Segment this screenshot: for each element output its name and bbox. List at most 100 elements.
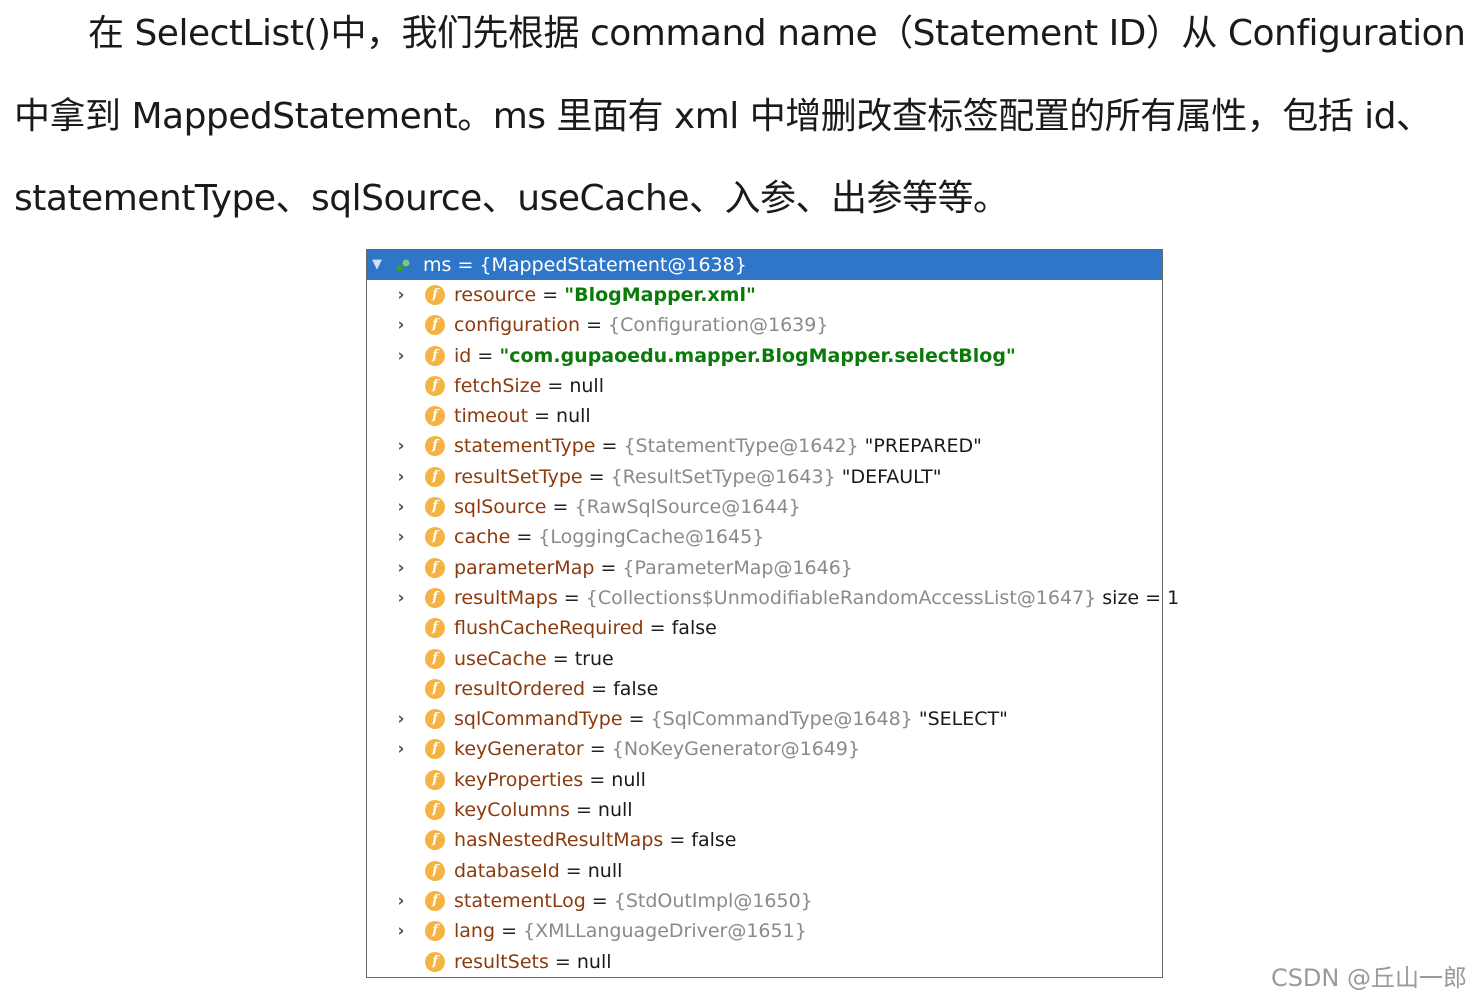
field-row-databaseId[interactable]: f databaseId = null [367, 856, 1162, 886]
field-row-parameterMap[interactable]: › f parameterMap = {ParameterMap@1646} [367, 553, 1162, 583]
field-value: false [691, 829, 737, 852]
field-ref: {XMLLanguageDriver@1651} [523, 920, 807, 943]
field-text: fetchSize = null [454, 371, 604, 401]
field-list: › f resource = "BlogMapper.xml" › f configura… [367, 280, 1179, 977]
equals-sign: = [585, 677, 614, 700]
field-value: null [587, 859, 623, 882]
field-row-statementLog[interactable]: › f statementLog = {StdOutImpl@1650} [367, 886, 1162, 916]
field-icon: f [425, 345, 445, 366]
field-row-resource[interactable]: › f resource = "BlogMapper.xml" [367, 280, 1162, 310]
chevron-right-icon[interactable]: › [394, 886, 408, 916]
field-row-resultSets[interactable]: f resultSets = null [367, 947, 1162, 977]
field-text: sqlCommandType = {SqlCommandType@1648} "… [454, 704, 1008, 734]
field-name: databaseId [454, 859, 560, 882]
field-row-flushCacheRequired[interactable]: f flushCacheRequired = false [367, 613, 1162, 643]
field-ref: {LoggingCache@1645} [538, 526, 765, 549]
field-text: keyColumns = null [454, 795, 633, 825]
field-row-resultOrdered[interactable]: f resultOrdered = false [367, 674, 1162, 704]
field-row-resultMaps[interactable]: › f resultMaps = {Collections$Unmodifiable… [367, 583, 1179, 613]
field-value: "BlogMapper.xml" [564, 284, 756, 306]
field-ref: {SqlCommandType@1648} [650, 708, 913, 731]
field-row-resultSetType[interactable]: › f resultSetType = {ResultSetType@1643} "… [367, 462, 1162, 492]
field-value: size = 1 [1102, 586, 1180, 609]
equals-sign: = [580, 314, 609, 337]
field-icon: f [425, 587, 445, 608]
field-ref: {StdOutImpl@1650} [613, 889, 813, 912]
field-row-keyProperties[interactable]: f keyProperties = null [367, 765, 1162, 795]
field-value: null [597, 799, 633, 822]
field-icon: f [425, 830, 445, 851]
chevron-right-icon[interactable]: › [394, 310, 408, 340]
field-text: resource = "BlogMapper.xml" [454, 280, 756, 310]
field-text: databaseId = null [454, 856, 622, 886]
field-name: timeout [454, 405, 529, 428]
chevron-right-icon[interactable]: › [394, 734, 408, 764]
field-icon: f [425, 860, 445, 881]
equals-sign: = [510, 526, 539, 549]
field-name: keyColumns [454, 799, 570, 822]
field-row-fetchSize[interactable]: f fetchSize = null [367, 371, 1162, 401]
chevron-right-icon[interactable]: › [394, 341, 408, 371]
chevron-right-icon[interactable]: › [394, 280, 408, 310]
root-variable-label: ms = {MappedStatement@1638} [423, 254, 747, 276]
field-name: sqlCommandType [454, 708, 623, 731]
collapse-arrow-icon[interactable]: ▼ [369, 250, 385, 280]
field-row-id[interactable]: › f id = "com.gupaoedu.mapper.BlogMapper.s… [367, 341, 1162, 371]
chevron-right-icon[interactable]: › [394, 704, 408, 734]
equals-sign: = [546, 647, 575, 670]
field-value: null [556, 405, 591, 428]
field-name: cache [454, 526, 511, 549]
equals-sign: = [643, 617, 672, 640]
field-row-useCache[interactable]: f useCache = true [367, 644, 1162, 674]
field-name: lang [454, 920, 496, 943]
field-value: "PREPARED" [864, 435, 982, 458]
chevron-right-icon[interactable]: › [394, 553, 408, 583]
field-text: timeout = null [454, 401, 591, 431]
field-ref: {StatementType@1642} [623, 435, 859, 458]
field-name: configuration [454, 314, 581, 337]
field-icon: f [425, 285, 445, 305]
field-text: keyProperties = null [454, 765, 646, 795]
field-row-sqlCommandType[interactable]: › f sqlCommandType = {SqlCommandType@1648}… [367, 704, 1162, 734]
field-icon: f [425, 466, 445, 487]
field-name: id [454, 344, 472, 367]
field-icon: f [425, 678, 445, 699]
field-name: resultOrdered [454, 677, 586, 700]
field-ref: {ResultSetType@1643} [610, 465, 836, 488]
field-icon: f [425, 769, 445, 790]
field-icon: f [425, 921, 445, 942]
paragraph-line-1: 在 SelectList()中，我们先根据 command name（State… [88, 13, 1466, 54]
field-row-lang[interactable]: › f lang = {XMLLanguageDriver@1651} [367, 916, 1162, 946]
field-icon: f [425, 375, 445, 396]
field-row-sqlSource[interactable]: › f sqlSource = {RawSqlSource@1644} [367, 492, 1162, 522]
field-row-cache[interactable]: › f cache = {LoggingCache@1645} [367, 522, 1162, 552]
field-name: parameterMap [454, 556, 595, 579]
field-row-keyGenerator[interactable]: › f keyGenerator = {NoKeyGenerator@1649} [367, 734, 1162, 764]
tree-root-row[interactable]: ▼ ms = {MappedStatement@1638} [367, 250, 1162, 280]
field-row-hasNestedResultMaps[interactable]: f hasNestedResultMaps = false [367, 825, 1162, 855]
field-ref: {Collections$UnmodifiableRandomAccessLis… [585, 586, 1097, 609]
equals-sign: = [557, 586, 586, 609]
field-ref: {NoKeyGenerator@1649} [611, 738, 861, 761]
field-row-keyColumns[interactable]: f keyColumns = null [367, 795, 1162, 825]
chevron-right-icon[interactable]: › [394, 522, 408, 552]
chevron-right-icon[interactable]: › [394, 431, 408, 461]
field-row-timeout[interactable]: f timeout = null [367, 401, 1162, 431]
field-text: resultSetType = {ResultSetType@1643} "DE… [454, 462, 942, 492]
field-row-statementType[interactable]: › f statementType = {StatementType@1642} "… [367, 431, 1162, 461]
field-name: resultMaps [454, 586, 558, 609]
field-text: hasNestedResultMaps = false [454, 825, 737, 855]
field-row-configuration[interactable]: › f configuration = {Configuration@1639} [367, 310, 1162, 340]
paragraph-line-2: 中拿到 MappedStatement。ms 里面有 xml 中增删改查标签配置… [14, 96, 1432, 137]
field-text: keyGenerator = {NoKeyGenerator@1649} [454, 734, 860, 764]
chevron-right-icon[interactable]: › [394, 916, 408, 946]
equals-sign: = [595, 435, 624, 458]
field-icon: f [425, 890, 445, 911]
chevron-right-icon[interactable]: › [394, 462, 408, 492]
field-name: keyProperties [454, 768, 584, 791]
chevron-right-icon[interactable]: › [394, 492, 408, 522]
field-name: statementLog [454, 889, 586, 912]
chevron-right-icon[interactable]: › [394, 583, 408, 613]
field-icon: f [425, 951, 445, 972]
field-icon: f [425, 406, 445, 427]
